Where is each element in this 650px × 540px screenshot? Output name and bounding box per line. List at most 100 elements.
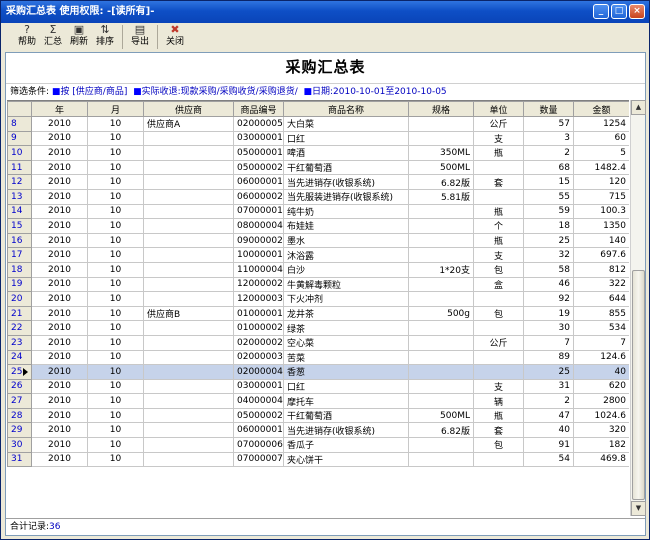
cell-code[interactable]: 06000002 [233, 188, 284, 205]
table-row[interactable]: 16 2010 10 09000002 墨水 瓶 25 140 [7, 232, 629, 249]
cell-code[interactable]: 05000002 [233, 159, 284, 176]
cell-amount[interactable]: 1350 [573, 218, 629, 234]
cell-supplier[interactable] [143, 218, 234, 234]
table-row[interactable]: 11 2010 10 05000002 干红葡萄酒 500ML 68 1482.4 [7, 159, 629, 176]
cell-amount[interactable]: 124.6 [573, 349, 629, 366]
row-number[interactable]: 26 [7, 378, 32, 395]
cell-spec[interactable] [408, 334, 474, 351]
cell-month[interactable]: 10 [87, 130, 144, 147]
cell-supplier[interactable] [143, 145, 234, 161]
cell-amount[interactable]: 40 [573, 364, 629, 380]
cell-amount[interactable]: 855 [573, 305, 629, 322]
cell-amount[interactable]: 60 [573, 130, 629, 147]
col-header-amount[interactable]: 金额 [573, 101, 629, 117]
cell-supplier[interactable] [143, 451, 234, 468]
cell-year[interactable]: 2010 [31, 174, 88, 190]
row-number[interactable]: 19 [7, 276, 32, 293]
cell-month[interactable]: 10 [87, 437, 144, 453]
cell-month[interactable]: 10 [87, 203, 144, 220]
scroll-up-icon[interactable]: ▲ [631, 100, 646, 115]
cell-unit[interactable]: 套 [473, 422, 524, 439]
cell-amount[interactable]: 5 [573, 145, 629, 161]
cell-month[interactable]: 10 [87, 218, 144, 234]
table-row[interactable]: 31 2010 10 07000007 夹心饼干 54 469.8 [7, 451, 629, 468]
col-header-year[interactable]: 年 [31, 101, 88, 117]
scroll-down-icon[interactable]: ▼ [631, 501, 646, 516]
cell-spec[interactable]: 350ML [408, 145, 474, 161]
cell-unit[interactable]: 套 [473, 174, 524, 190]
scroll-thumb[interactable] [632, 270, 645, 500]
table-row[interactable]: 22 2010 10 01000002 绿茶 30 534 [7, 320, 629, 336]
cell-code[interactable]: 04000004 [233, 393, 284, 409]
cell-code[interactable]: 06000001 [233, 422, 284, 439]
table-row[interactable]: 19 2010 10 12000002 牛黄解毒颗粒 盒 46 322 [7, 276, 629, 293]
table-row[interactable]: 25 2010 10 02000004 香葱 25 40 [7, 364, 629, 380]
cell-code[interactable]: 07000006 [233, 437, 284, 453]
vertical-scrollbar[interactable]: ▲ ▼ [630, 100, 646, 516]
cell-month[interactable]: 10 [87, 378, 144, 395]
cell-spec[interactable]: 6.82版 [408, 174, 474, 190]
table-row[interactable]: 29 2010 10 06000001 当先进销存(收银系统) 6.82版 套 40 320 [7, 422, 629, 439]
cell-supplier[interactable] [143, 261, 234, 278]
cell-code[interactable]: 02000004 [233, 364, 284, 380]
cell-month[interactable]: 10 [87, 188, 144, 205]
table-row[interactable]: 13 2010 10 06000002 当先服装进销存(收银系统) 5.81版 55 715 [7, 188, 629, 205]
cell-qty[interactable]: 91 [523, 437, 574, 453]
cell-name[interactable]: 牛黄解毒颗粒 [283, 276, 409, 293]
row-number[interactable]: 9 [7, 130, 32, 147]
cell-code[interactable]: 02000005 [233, 116, 284, 132]
cell-month[interactable]: 10 [87, 261, 144, 278]
row-number[interactable]: 27 [7, 393, 32, 409]
cell-unit[interactable] [473, 320, 524, 336]
cell-year[interactable]: 2010 [31, 247, 88, 263]
cell-qty[interactable]: 2 [523, 393, 574, 409]
cell-spec[interactable] [408, 203, 474, 220]
cell-name[interactable]: 干红葡萄酒 [283, 159, 409, 176]
cell-qty[interactable]: 3 [523, 130, 574, 147]
table-row[interactable]: 21 2010 10 供应商B 01000001 龙井茶 500g 包 19 855 [7, 305, 629, 322]
cell-qty[interactable]: 19 [523, 305, 574, 322]
cell-amount[interactable]: 620 [573, 378, 629, 395]
cell-year[interactable]: 2010 [31, 305, 88, 322]
row-number[interactable]: 10 [7, 145, 32, 161]
cell-amount[interactable]: 1482.4 [573, 159, 629, 176]
table-row[interactable]: 9 2010 10 03000001 口红 支 3 60 [7, 130, 629, 147]
table-row[interactable]: 14 2010 10 07000001 纯牛奶 瓶 59 100.3 [7, 203, 629, 220]
cell-spec[interactable] [408, 276, 474, 293]
cell-amount[interactable]: 1024.6 [573, 407, 629, 424]
cell-amount[interactable]: 182 [573, 437, 629, 453]
cell-supplier[interactable] [143, 364, 234, 380]
cell-supplier[interactable] [143, 247, 234, 263]
row-number[interactable]: 25 [7, 364, 32, 380]
table-row[interactable]: 30 2010 10 07000006 香瓜子 包 91 182 [7, 437, 629, 453]
cell-code[interactable]: 12000002 [233, 276, 284, 293]
cell-name[interactable]: 白沙 [283, 261, 409, 278]
cell-name[interactable]: 大白菜 [283, 116, 409, 132]
cell-unit[interactable]: 辆 [473, 393, 524, 409]
cell-unit[interactable]: 瓶 [473, 407, 524, 424]
cell-qty[interactable]: 54 [523, 451, 574, 468]
cell-qty[interactable]: 46 [523, 276, 574, 293]
cell-spec[interactable] [408, 232, 474, 249]
cell-spec[interactable] [408, 218, 474, 234]
cell-year[interactable]: 2010 [31, 232, 88, 249]
cell-amount[interactable]: 1254 [573, 116, 629, 132]
cell-month[interactable]: 10 [87, 276, 144, 293]
cell-qty[interactable]: 59 [523, 203, 574, 220]
row-number[interactable]: 20 [7, 291, 32, 307]
table-row[interactable]: 28 2010 10 05000002 干红葡萄酒 500ML 瓶 47 1024.6 [7, 407, 629, 424]
cell-name[interactable]: 口红 [283, 130, 409, 147]
row-number[interactable]: 30 [7, 437, 32, 453]
cell-qty[interactable]: 32 [523, 247, 574, 263]
col-header-spec[interactable]: 规格 [408, 101, 474, 117]
cell-name[interactable]: 口红 [283, 378, 409, 395]
row-number[interactable]: 14 [7, 203, 32, 220]
cell-name[interactable]: 龙井茶 [283, 305, 409, 322]
cell-month[interactable]: 10 [87, 349, 144, 366]
cell-unit[interactable] [473, 349, 524, 366]
cell-year[interactable]: 2010 [31, 261, 88, 278]
cell-supplier[interactable] [143, 159, 234, 176]
cell-supplier[interactable] [143, 188, 234, 205]
cell-year[interactable]: 2010 [31, 320, 88, 336]
cell-code[interactable]: 01000001 [233, 305, 284, 322]
